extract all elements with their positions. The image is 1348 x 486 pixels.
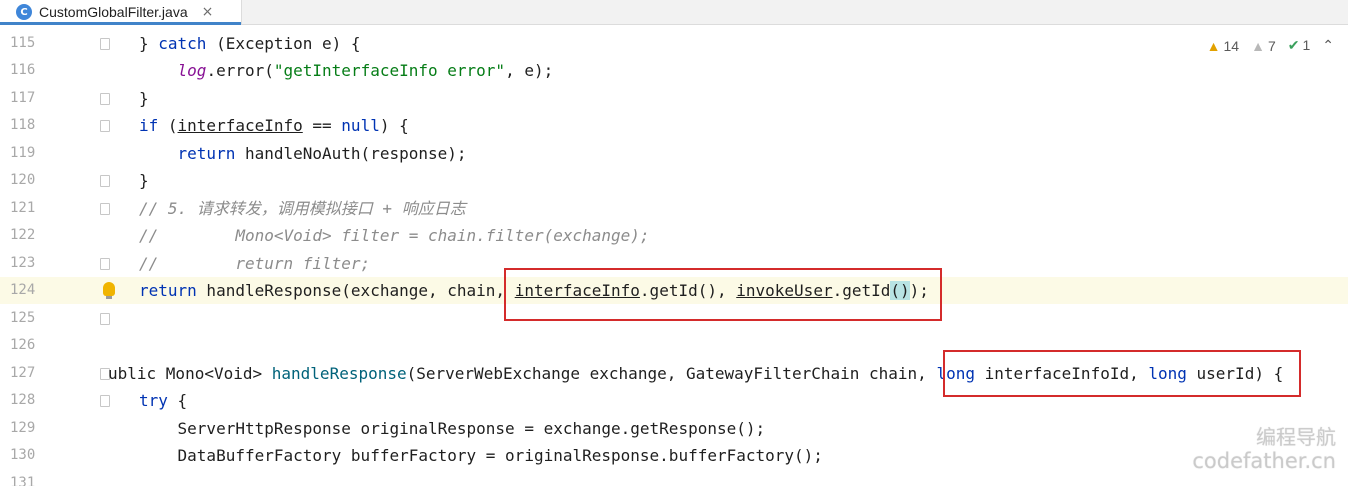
inspection-widget[interactable]: ▲ 14 ▲ 7 ✔ 1 ⌃ bbox=[1207, 37, 1334, 54]
close-icon[interactable]: × bbox=[202, 4, 214, 20]
highlight-box-params bbox=[943, 350, 1301, 397]
code-text: } bbox=[139, 89, 149, 108]
lightbulb-icon[interactable] bbox=[103, 282, 115, 299]
warnings-counter[interactable]: ▲ 14 bbox=[1207, 38, 1239, 54]
code-text: DataBufferFactory bufferFactory = origin… bbox=[177, 446, 823, 465]
code-line: 117 } bbox=[0, 85, 1348, 112]
line-number: 130 bbox=[10, 447, 36, 463]
editor-tab-bar: C CustomGlobalFilter.java × bbox=[0, 0, 1348, 25]
code-comment: // return filter; bbox=[139, 254, 371, 273]
line-number: 121 bbox=[10, 200, 36, 216]
code-line: 116 log.error("getInterfaceInfo error", … bbox=[0, 57, 1348, 84]
code-line: 120 } bbox=[0, 167, 1348, 194]
code-line: 121 // 5. 请求转发，调用模拟接口 + 响应日志 bbox=[0, 195, 1348, 222]
warning-icon: ▲ bbox=[1206, 37, 1221, 54]
code-text: return handleNoAuth(response); bbox=[177, 144, 467, 163]
watermark-url: codefather.cn bbox=[1192, 449, 1336, 473]
java-class-icon: C bbox=[16, 4, 32, 20]
chevron-up-icon[interactable]: ⌃ bbox=[1322, 37, 1334, 54]
fold-marker-icon[interactable] bbox=[100, 313, 110, 325]
fold-marker-icon[interactable] bbox=[100, 395, 110, 407]
tab-customglobalfilter[interactable]: C CustomGlobalFilter.java × bbox=[0, 0, 242, 25]
code-text: } catch (Exception e) { bbox=[139, 34, 361, 53]
fold-marker-icon[interactable] bbox=[100, 175, 110, 187]
code-editor[interactable]: 115 } catch (Exception e) { 116 log.erro… bbox=[0, 25, 1348, 486]
line-number: 127 bbox=[10, 365, 36, 381]
line-number: 117 bbox=[10, 90, 36, 106]
code-line: 118 if (interfaceInfo == null) { bbox=[0, 112, 1348, 139]
code-text: if (interfaceInfo == null) { bbox=[139, 116, 409, 135]
weak-warning-icon: ▲ bbox=[1251, 37, 1265, 54]
check-icon: ✔ bbox=[1287, 37, 1300, 53]
line-number: 122 bbox=[10, 227, 36, 243]
code-text: ServerHttpResponse originalResponse = ex… bbox=[177, 419, 766, 438]
code-text: } bbox=[139, 171, 149, 190]
line-number: 120 bbox=[10, 172, 36, 188]
line-number: 123 bbox=[10, 255, 36, 271]
line-number: 125 bbox=[10, 310, 36, 326]
code-line: 130 DataBufferFactory bufferFactory = or… bbox=[0, 442, 1348, 469]
watermark-title: 编程导航 bbox=[1256, 425, 1336, 449]
code-line: 122 // Mono<Void> filter = chain.filter(… bbox=[0, 222, 1348, 249]
code-comment: // Mono<Void> filter = chain.filter(exch… bbox=[139, 226, 650, 245]
code-line: 119 return handleNoAuth(response); bbox=[0, 140, 1348, 167]
line-number: 119 bbox=[10, 145, 36, 161]
code-text: log.error("getInterfaceInfo error", e); bbox=[177, 61, 554, 80]
fold-marker-icon[interactable] bbox=[100, 120, 110, 132]
weak-warnings-counter[interactable]: ▲ 7 bbox=[1251, 38, 1276, 54]
code-line: 131 bbox=[0, 470, 1348, 486]
line-number: 129 bbox=[10, 420, 36, 436]
fold-marker-icon[interactable] bbox=[100, 38, 110, 50]
line-number: 115 bbox=[10, 35, 36, 51]
typos-counter[interactable]: ✔ 1 bbox=[1288, 37, 1311, 54]
fold-marker-icon[interactable] bbox=[100, 203, 110, 215]
line-number: 126 bbox=[10, 337, 36, 353]
code-comment: // 5. 请求转发，调用模拟接口 + 响应日志 bbox=[139, 199, 466, 218]
line-number: 131 bbox=[10, 475, 36, 486]
line-number: 124 bbox=[10, 282, 36, 298]
tab-filename: CustomGlobalFilter.java bbox=[39, 4, 188, 20]
highlight-box-call bbox=[504, 268, 942, 321]
fold-marker-icon[interactable] bbox=[100, 93, 110, 105]
line-number: 118 bbox=[10, 117, 36, 133]
fold-marker-icon[interactable] bbox=[100, 258, 110, 270]
code-text: try { bbox=[139, 391, 188, 410]
line-number: 116 bbox=[10, 62, 36, 78]
line-number: 128 bbox=[10, 392, 36, 408]
code-line: 129 ServerHttpResponse originalResponse … bbox=[0, 415, 1348, 442]
code-line: 115 } catch (Exception e) { bbox=[0, 30, 1348, 57]
